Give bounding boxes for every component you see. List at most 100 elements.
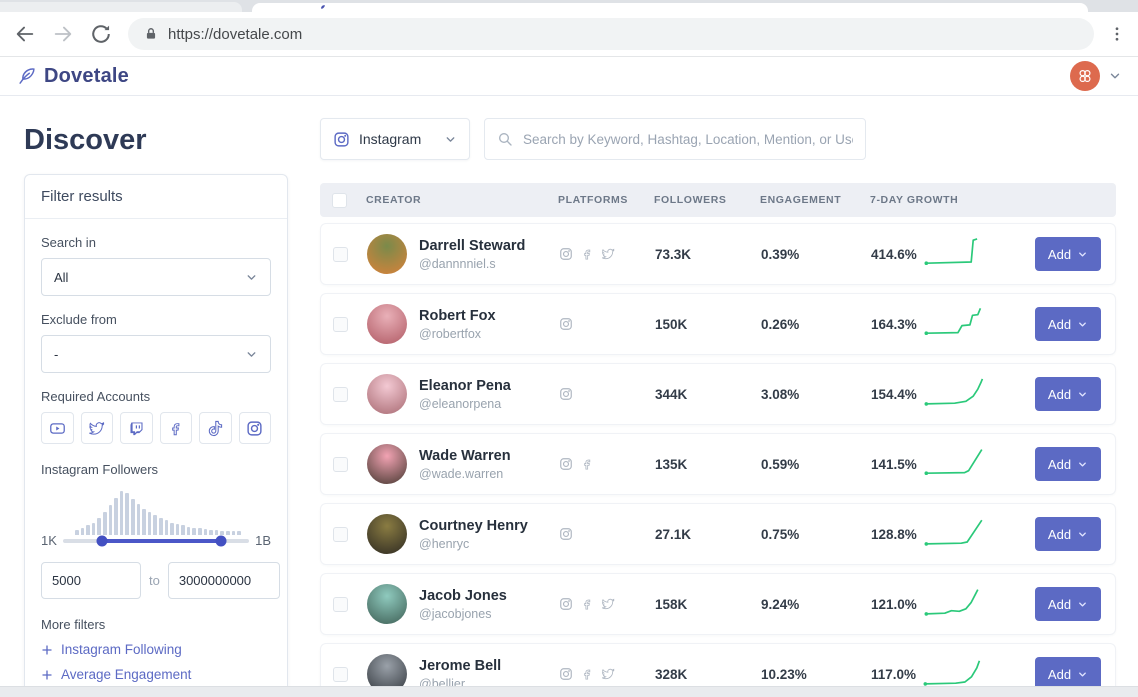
required-account-youtube-button[interactable] — [41, 412, 74, 444]
growth-value: 121.0% — [871, 597, 917, 612]
row-platform-icons — [559, 667, 655, 681]
creator-handle: @henryc — [419, 537, 559, 551]
add-button[interactable]: Add — [1035, 307, 1101, 341]
add-button-label: Add — [1048, 527, 1071, 542]
chevron-down-icon — [1077, 529, 1088, 540]
histogram-bar — [209, 530, 213, 535]
followers-value: 344K — [655, 387, 761, 402]
row-checkbox[interactable] — [333, 457, 348, 472]
exclude-from-select[interactable]: - — [41, 335, 271, 373]
select-all-checkbox[interactable] — [332, 193, 347, 208]
row-platform-icons — [559, 597, 655, 611]
search-box — [484, 118, 866, 160]
account-menu-chevron-icon[interactable] — [1108, 69, 1122, 83]
twitter-icon — [601, 667, 615, 681]
lock-icon — [144, 27, 158, 41]
required-account-instagram-button[interactable] — [239, 412, 272, 444]
table-row: Darrell Steward @dannnniel.s 73.3K 0.39%… — [320, 223, 1116, 285]
histogram-bar — [137, 504, 141, 535]
growth-value: 128.8% — [871, 527, 917, 542]
followers-value: 328K — [655, 667, 761, 682]
instagram-followers-label: Instagram Followers — [41, 462, 271, 477]
histogram-bar — [103, 512, 107, 535]
chevron-down-icon — [1077, 389, 1088, 400]
engagement-value: 10.23% — [761, 667, 871, 682]
row-checkbox[interactable] — [333, 597, 348, 612]
creator-name[interactable]: Robert Fox — [419, 308, 559, 324]
slider-thumb-min[interactable] — [97, 535, 108, 546]
facebook-icon — [580, 597, 594, 611]
creator-name[interactable]: Jacob Jones — [419, 588, 559, 604]
slider-thumb-max[interactable] — [216, 535, 227, 546]
column-header-followers: FOLLOWERS — [654, 194, 760, 206]
more-filter-link[interactable]: Instagram Following — [41, 642, 271, 657]
brand-logo[interactable]: Dovetale — [16, 65, 129, 88]
url-bar[interactable]: https://dovetale.com — [128, 18, 1094, 50]
platform-select[interactable]: Instagram — [320, 118, 470, 160]
followers-value: 158K — [655, 597, 761, 612]
add-button[interactable]: Add — [1035, 517, 1101, 551]
creator-handle: @eleanorpena — [419, 397, 559, 411]
followers-min-input[interactable] — [41, 562, 141, 599]
creator-name[interactable]: Jerome Bell — [419, 658, 559, 674]
chevron-down-icon — [1077, 599, 1088, 610]
more-filter-label: Instagram Following — [61, 642, 182, 657]
creator-avatar[interactable] — [367, 304, 407, 344]
search-input[interactable] — [523, 132, 853, 147]
creator-avatar[interactable] — [367, 374, 407, 414]
table-row: Wade Warren @wade.warren 135K 0.59% 141.… — [320, 433, 1116, 495]
search-in-select[interactable]: All — [41, 258, 271, 296]
add-button[interactable]: Add — [1035, 447, 1101, 481]
reload-button[interactable] — [90, 23, 112, 45]
histogram-bar — [120, 491, 124, 535]
page-bottom-edge — [0, 686, 1138, 697]
row-checkbox[interactable] — [333, 667, 348, 682]
required-account-tiktok-button[interactable] — [199, 412, 232, 444]
account-avatar[interactable] — [1070, 61, 1100, 91]
row-checkbox[interactable] — [333, 387, 348, 402]
histogram-bar — [170, 523, 174, 535]
column-header-engagement: ENGAGEMENT — [760, 194, 870, 206]
filter-panel-title: Filter results — [25, 175, 287, 219]
row-checkbox[interactable] — [333, 317, 348, 332]
histogram-bar — [181, 525, 185, 535]
histogram-bar — [75, 530, 79, 535]
add-button[interactable]: Add — [1035, 237, 1101, 271]
more-filters-label: More filters — [41, 617, 271, 632]
search-in-label: Search in — [41, 235, 271, 250]
add-button-label: Add — [1048, 387, 1071, 402]
required-account-twitch-button[interactable] — [120, 412, 153, 444]
creator-avatar[interactable] — [367, 444, 407, 484]
creator-name[interactable]: Wade Warren — [419, 448, 559, 464]
creator-name[interactable]: Eleanor Pena — [419, 378, 559, 394]
column-header-creator: CREATOR — [366, 194, 558, 206]
chevron-down-icon — [1077, 459, 1088, 470]
instagram-icon — [559, 527, 573, 541]
histogram-bar — [204, 529, 208, 535]
creator-name[interactable]: Darrell Steward — [419, 238, 559, 254]
browser-tab-inactive[interactable] — [0, 2, 242, 12]
row-checkbox[interactable] — [333, 247, 348, 262]
chevron-down-icon — [245, 271, 258, 284]
browser-menu-button[interactable] — [1108, 25, 1126, 43]
followers-range-slider[interactable] — [63, 539, 249, 543]
followers-max-input[interactable] — [168, 562, 280, 599]
creator-avatar[interactable] — [367, 234, 407, 274]
more-filter-link[interactable]: Average Engagement — [41, 667, 271, 682]
browser-tab-active[interactable] — [252, 3, 1088, 12]
add-button[interactable]: Add — [1035, 587, 1101, 621]
engagement-value: 3.08% — [761, 387, 871, 402]
row-checkbox[interactable] — [333, 527, 348, 542]
required-account-facebook-button[interactable] — [160, 412, 193, 444]
instagram-icon — [559, 457, 573, 471]
instagram-icon — [246, 420, 263, 437]
creator-avatar[interactable] — [367, 584, 407, 624]
forward-button[interactable] — [52, 23, 74, 45]
creator-name[interactable]: Courtney Henry — [419, 518, 559, 534]
add-button[interactable]: Add — [1035, 377, 1101, 411]
required-account-twitter-button[interactable] — [81, 412, 114, 444]
creator-avatar[interactable] — [367, 514, 407, 554]
back-button[interactable] — [14, 23, 36, 45]
histogram-bar — [125, 493, 129, 535]
more-filter-label: Average Engagement — [61, 667, 191, 682]
